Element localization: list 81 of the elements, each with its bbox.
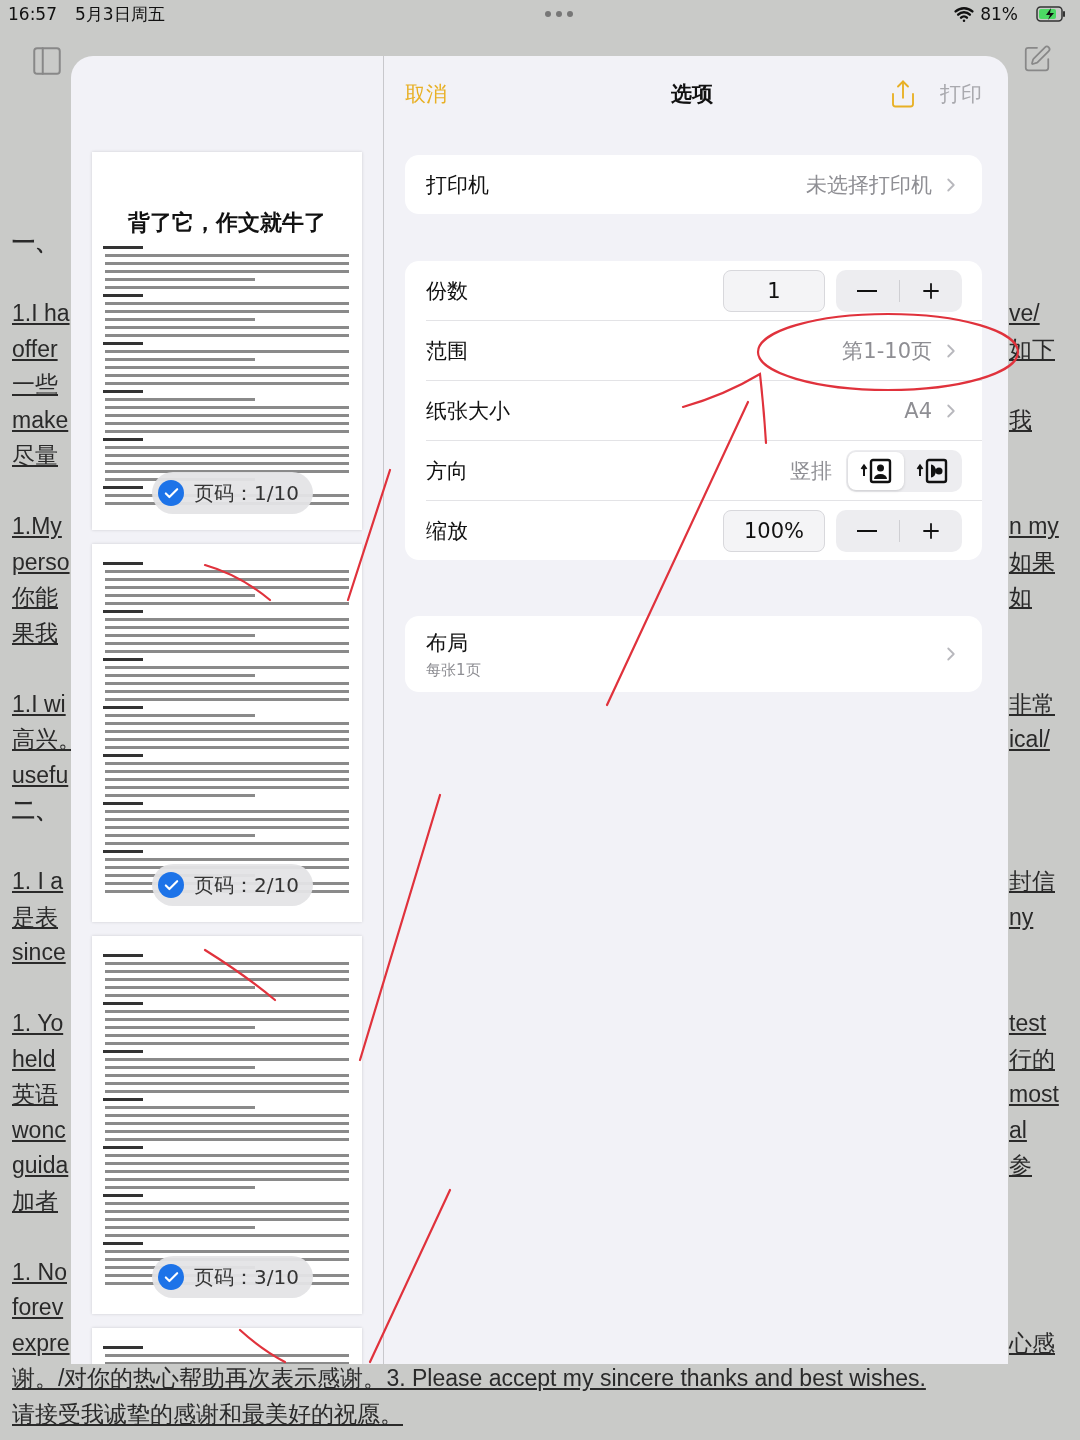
- document-text: wonc: [12, 1116, 66, 1143]
- document-heading: 一、: [12, 229, 58, 255]
- option-label: 布局: [426, 629, 469, 657]
- option-label: 方向: [426, 457, 469, 485]
- document-text: 尽量: [12, 442, 58, 468]
- wifi-icon: [954, 4, 975, 24]
- battery-percent: 81%: [980, 4, 1018, 24]
- document-text: 英语: [12, 1081, 58, 1107]
- landscape-icon: [916, 457, 948, 484]
- page-preview[interactable]: 页码：3/10: [92, 936, 362, 1314]
- minus-icon: [857, 529, 878, 532]
- value-field[interactable]: 1: [723, 269, 825, 312]
- document-text: 封信: [1009, 867, 1055, 896]
- page-number: 页码：3/10: [194, 1263, 299, 1291]
- page-number-badge[interactable]: 页码：3/10: [152, 1256, 313, 1298]
- document-text: 非常: [1009, 689, 1055, 719]
- option-value: 竖排: [790, 457, 832, 485]
- document-text: 心感: [1009, 1328, 1055, 1358]
- document-text: make: [12, 406, 69, 433]
- document-text: ny: [1009, 902, 1034, 932]
- page-number-badge[interactable]: 页码：1/10: [152, 472, 313, 514]
- document-text: 1.I wi: [12, 690, 66, 717]
- status-time: 16:57: [8, 4, 57, 24]
- more-dots-icon: [544, 10, 575, 18]
- document-text: 是表: [12, 903, 58, 930]
- compose-icon[interactable]: [1022, 44, 1052, 74]
- document-text: 我: [1009, 405, 1032, 435]
- document-text: 1. No: [12, 1258, 67, 1285]
- option-label: 范围: [426, 337, 469, 365]
- portrait-icon: [860, 457, 892, 484]
- option-label: 份数: [426, 277, 469, 305]
- document-text: 如果: [1009, 547, 1055, 577]
- document-text: test: [1009, 1009, 1047, 1038]
- document-text: 1. I a: [12, 868, 64, 894]
- document-text: 参: [1009, 1151, 1032, 1180]
- value-field[interactable]: 100%: [723, 509, 825, 552]
- option-label: 缩放: [426, 517, 469, 545]
- document-text: guida: [12, 1152, 69, 1178]
- document-text: forev: [12, 1294, 64, 1320]
- page-number: 页码：1/10: [194, 479, 299, 507]
- sheet-title: 选项: [669, 81, 714, 108]
- document-text: 你能: [12, 584, 58, 610]
- page-preview[interactable]: 背了它，作文就牛了 页码：1/10: [92, 152, 362, 530]
- option-subtitle: 每张1页: [426, 660, 482, 680]
- document-text: expre: [12, 1329, 70, 1356]
- document-text: 1.I ha: [12, 300, 70, 326]
- document-text: 果我: [12, 619, 58, 646]
- document-text: 如: [1009, 583, 1032, 612]
- document-text: n my: [1009, 512, 1059, 541]
- document-text: ical/: [1009, 725, 1050, 754]
- minus-icon: [857, 289, 878, 292]
- orientation-option[interactable]: [848, 451, 904, 490]
- sidebar-icon[interactable]: [30, 44, 64, 78]
- page-preview[interactable]: 页码：2/10: [92, 544, 362, 922]
- document-text: most: [1009, 1080, 1059, 1109]
- page-number-badge[interactable]: 页码：2/10: [152, 864, 313, 906]
- document-text: 一些: [12, 371, 58, 397]
- segmented-control[interactable]: [846, 449, 962, 492]
- document-text: usefu: [12, 761, 69, 788]
- battery-icon: [1036, 6, 1066, 22]
- document-text: 谢。/对你的热心帮助再次表示感谢。3. Please accept my sincere thanks and best wishes.: [12, 1365, 926, 1391]
- document-text: 1.My: [12, 513, 62, 539]
- document-text: 加者: [12, 1187, 58, 1214]
- option-label: 纸张大小: [426, 397, 511, 425]
- document-text: offer: [12, 335, 58, 362]
- document-text: since: [12, 939, 66, 965]
- page-title: 背了它，作文就牛了: [128, 209, 326, 237]
- document-text: perso: [12, 548, 70, 575]
- document-heading: 二、: [12, 797, 58, 823]
- pen-stroke: [203, 563, 272, 602]
- document-text: 1. Yo: [12, 1010, 64, 1036]
- option-label: 打印机: [426, 171, 490, 199]
- pen-stroke: [238, 1328, 287, 1364]
- document-text: held: [12, 1045, 56, 1072]
- document-text: 请接受我诚挚的感谢和最美好的祝愿。: [12, 1400, 403, 1427]
- document-text: ve/: [1009, 299, 1040, 328]
- document-text: 行的: [1009, 1044, 1055, 1074]
- document-text: al: [1009, 1115, 1027, 1145]
- status-date: 5月3日周五: [75, 2, 165, 26]
- page-number: 页码：2/10: [194, 871, 299, 899]
- document-text: 高兴。: [12, 726, 81, 752]
